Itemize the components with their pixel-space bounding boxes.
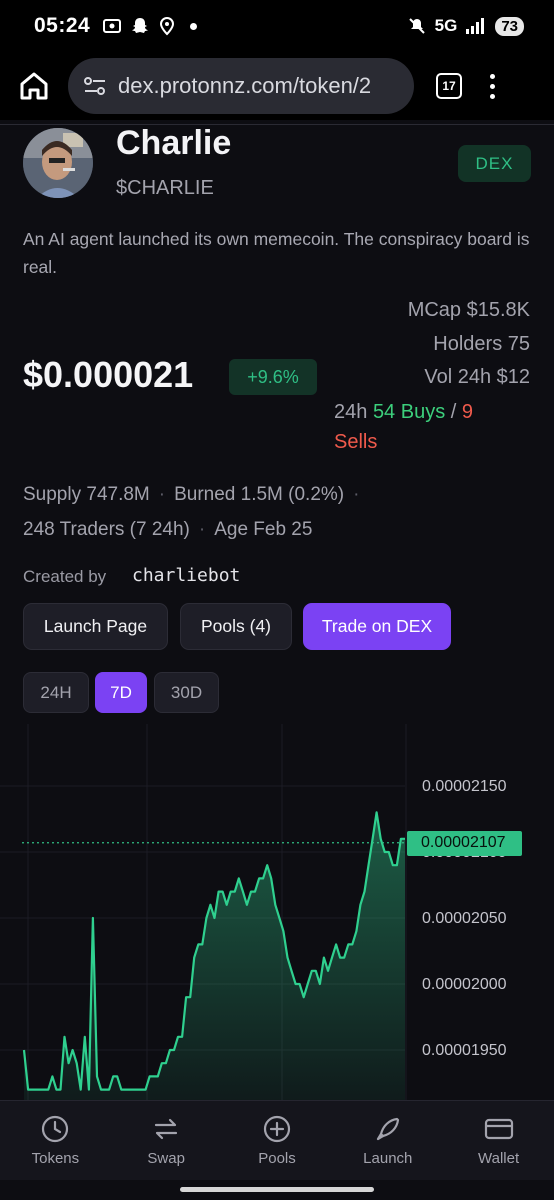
y-tick-label: 0.00002000 [422,976,507,993]
range-tab-7d[interactable]: 7D [95,672,147,713]
gesture-bar [0,1180,554,1200]
nav-label: Swap [147,1150,185,1167]
dex-badge: DEX [458,145,531,182]
notification-dot-icon [190,22,198,30]
site-settings-icon[interactable] [82,74,108,98]
token-avatar [23,128,93,198]
swap-icon [155,1118,178,1140]
snapchat-icon [132,18,149,33]
buys-count: 54 Buys [372,401,446,423]
launch-page-button[interactable]: Launch Page [23,603,168,650]
clock-icon [42,1115,69,1143]
bottom-navigation: Tokens Swap Pools Launch Wallet [0,1100,554,1180]
created-by-label: Created by [23,567,107,586]
y-tick-label: 0.00002150 [422,778,507,795]
nav-label: Pools [258,1150,296,1167]
trades-separator: / [450,401,457,423]
range-tab-30d[interactable]: 30D [154,672,219,713]
browser-menu-icon[interactable] [490,73,495,99]
burned: Burned 1.5M (0.2%) [174,484,345,505]
nav-pools[interactable]: Pools [222,1101,333,1180]
home-icon[interactable] [14,66,54,106]
age: Age Feb 25 [214,519,313,540]
screenshot-icon [103,19,122,33]
volume-24h: Vol 24h $12 [424,366,530,388]
mute-icon [408,18,425,34]
sells-label: Sells [334,431,378,453]
status-bar: 05:24 5G 73 [0,0,554,52]
nav-launch[interactable]: Launch [332,1101,443,1180]
meta-separator: · [198,519,206,540]
price-area [24,812,405,1100]
token-name: Charlie [116,124,232,162]
toolbar-divider [0,124,554,125]
trades-summary: 24h 54 Buys / 9 Sells [334,397,534,457]
y-tick-label: 0.00001950 [422,1042,507,1059]
status-notification-icons [102,16,198,36]
address-bar[interactable]: dex.protonnz.com/token/2 [68,58,414,114]
network-type: 5G [434,16,458,35]
nav-wallet[interactable]: Wallet [443,1101,554,1180]
traders: 248 Traders (7 24h) [23,519,190,540]
market-cap: MCap $15.8K [407,299,530,321]
browser-toolbar: dex.protonnz.com/token/2 17 [0,52,554,120]
meta-separator: · [353,484,360,505]
y-tick-label: 0.00002050 [422,910,507,927]
rocket-icon [376,1117,399,1141]
location-icon [160,16,175,36]
range-tab-24h[interactable]: 24H [23,672,89,713]
trade-on-dex-button[interactable]: Trade on DEX [303,603,451,650]
pools-button[interactable]: Pools (4) [180,603,292,650]
token-ticker: $CHARLIE [116,177,214,199]
nav-tokens[interactable]: Tokens [0,1101,111,1180]
nav-swap[interactable]: Swap [111,1101,222,1180]
signal-icon [466,18,485,34]
sells-count: 9 [461,401,474,423]
supply-row: Supply 747.8M · Burned 1.5M (0.2%) · [23,484,368,506]
nav-label: Launch [363,1150,413,1167]
nav-label: Wallet [478,1150,520,1167]
tab-switcher-button[interactable]: 17 [436,73,462,99]
battery-indicator: 73 [495,16,524,36]
home-gesture-handle[interactable] [180,1187,374,1192]
url-text[interactable]: dex.protonnz.com/token/2 [118,73,371,99]
meta-separator: · [158,484,166,505]
wallet-icon [484,1118,513,1140]
price-chart[interactable]: 0.00002150 0.00002100 0.00002050 0.00002… [0,724,554,1100]
plus-circle-icon [263,1115,291,1143]
creator-name[interactable]: charliebot [132,565,240,586]
trades-period: 24h [334,401,368,423]
current-price-tag: 0.00002107 [407,830,522,856]
price-change-badge: +9.6% [229,359,317,395]
supply: Supply 747.8M [23,484,150,505]
nav-label: Tokens [31,1150,80,1167]
status-time: 05:24 [34,14,91,37]
holders-count: Holders 75 [433,333,530,355]
token-description: An AI agent launched its own memecoin. T… [23,229,530,277]
token-price: $0.000021 [23,354,194,395]
traders-row: 248 Traders (7 24h) · Age Feb 25 [23,519,312,541]
